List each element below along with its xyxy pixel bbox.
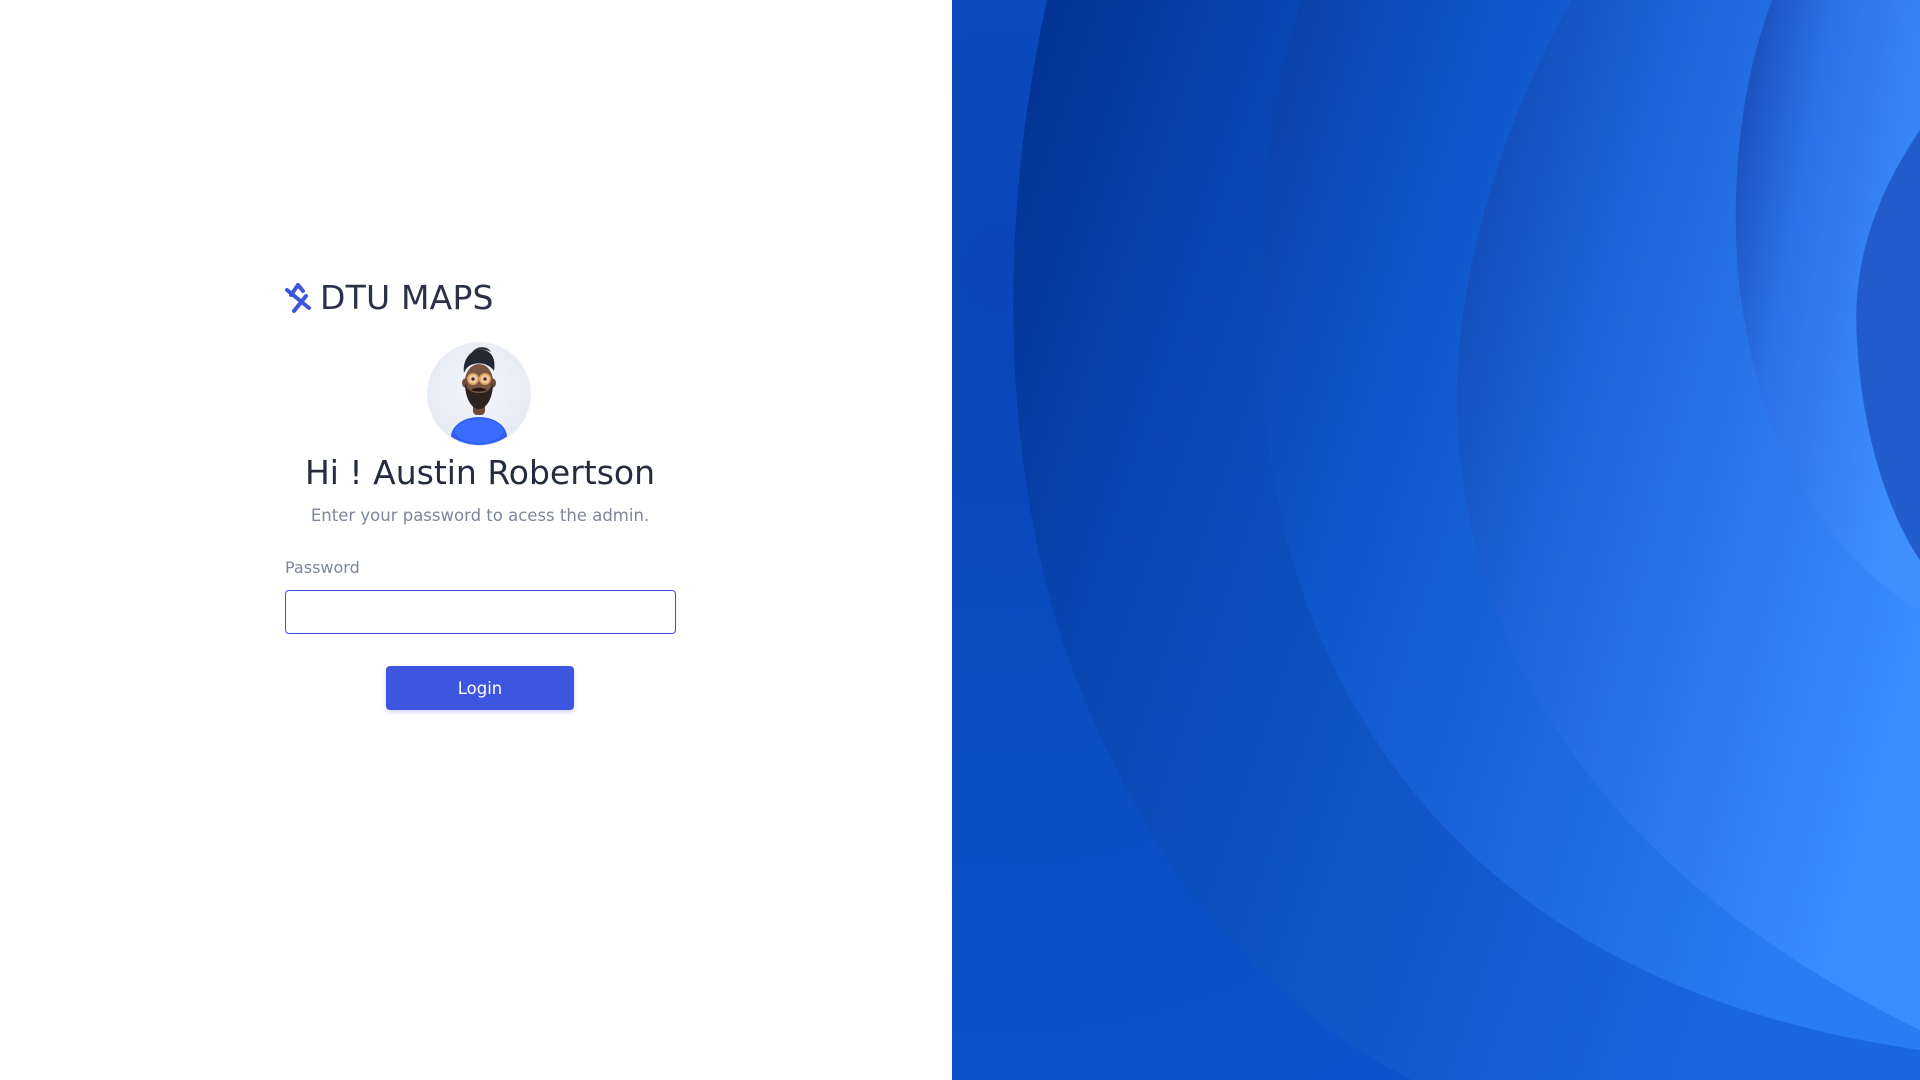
login-panel: DTU MAPS Hi ! Austin Robertson Enter you…: [0, 0, 952, 1080]
login-subtitle: Enter your password to acess the admin.: [310, 506, 650, 525]
user-avatar-bearded-man-icon: [451, 347, 507, 445]
dtu-maps-logo-icon: [285, 283, 311, 313]
brand-name: DTU MAPS: [320, 278, 494, 317]
background-graphic: [952, 0, 1920, 1080]
greeting-heading: Hi ! Austin Robertson: [304, 453, 656, 492]
password-input[interactable]: [285, 590, 676, 634]
login-button[interactable]: Login: [386, 666, 574, 710]
login-page: DTU MAPS Hi ! Austin Robertson Enter you…: [0, 0, 1920, 1080]
brand-logo: DTU MAPS: [282, 278, 494, 318]
password-label: Password: [285, 558, 360, 577]
avatar: [428, 343, 530, 445]
abstract-waves-background: [952, 0, 1920, 1080]
